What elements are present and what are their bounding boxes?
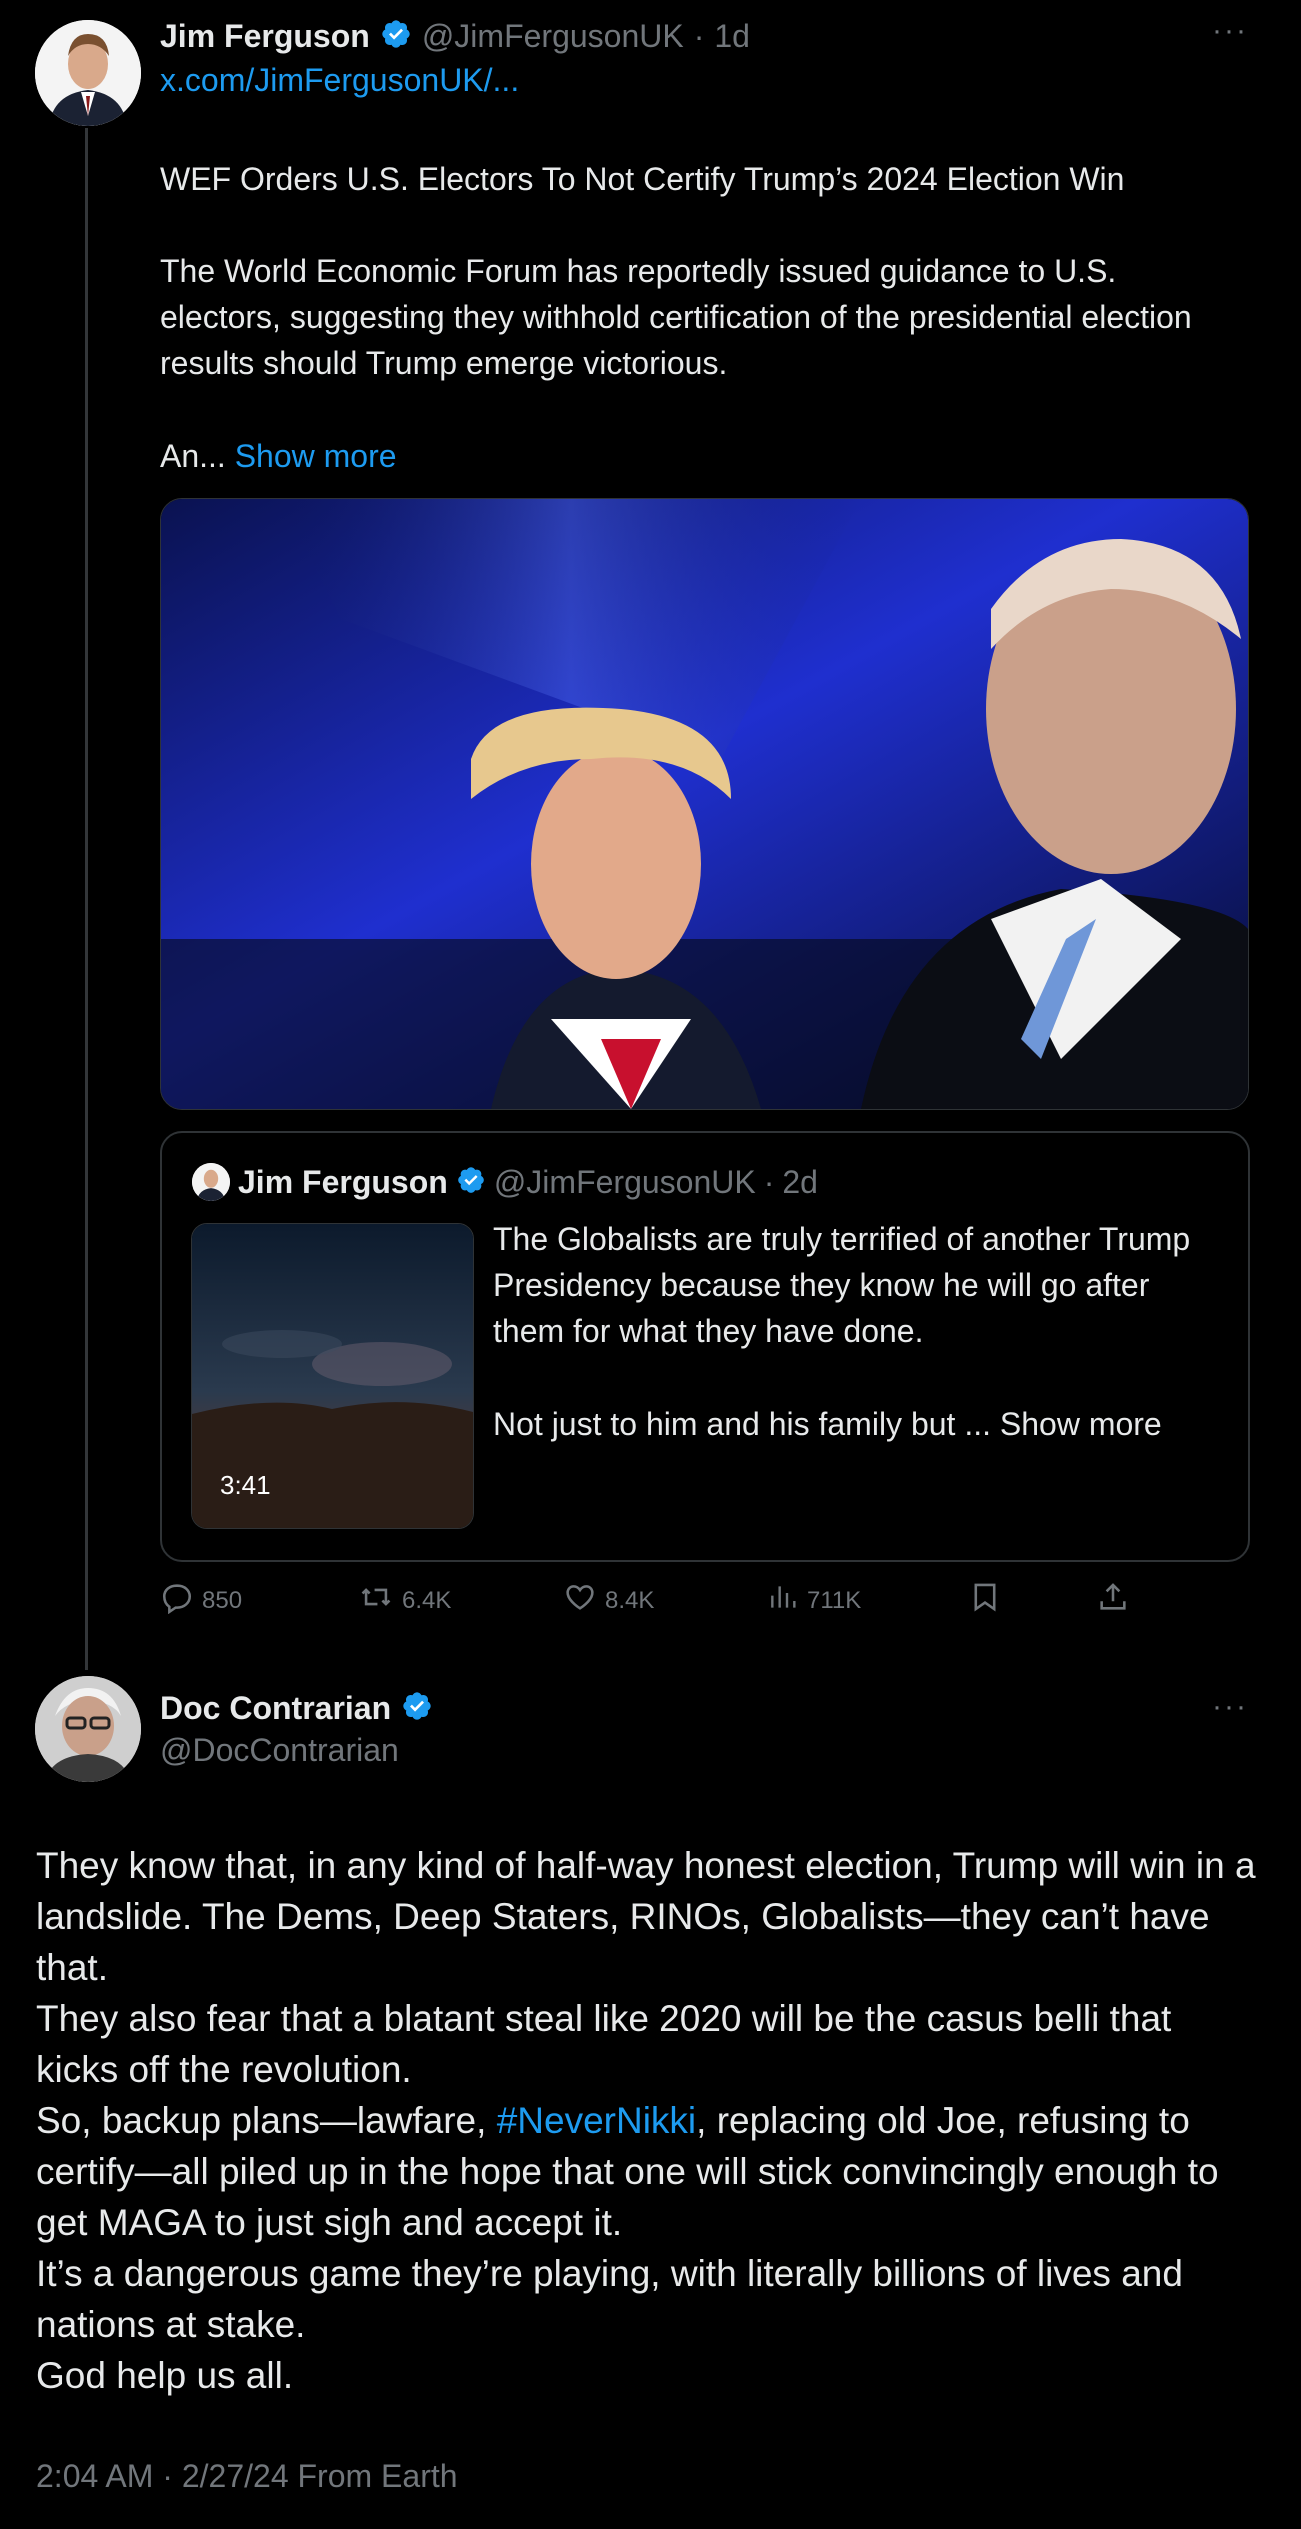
like-button[interactable]: 8.4K <box>563 1580 654 1621</box>
tweet-actions-bar: 850 6.4K 8.4K 711K <box>160 1580 1160 1620</box>
thread-connector-line <box>85 128 88 1670</box>
quoted-text-tail: Not just to him and his family but ... <box>493 1406 991 1442</box>
verified-badge-icon <box>401 1690 433 1727</box>
parent-timestamp[interactable]: 1d <box>714 18 750 55</box>
parent-truncated-text: An... <box>160 438 226 474</box>
parent-link[interactable]: x.com/JimFergusonUK/... <box>160 62 519 99</box>
reply-paragraph-1: They know that, in any kind of half-way … <box>36 1845 1256 1988</box>
reply-paragraph-3-start: So, backup plans—lawfare, <box>36 2100 497 2141</box>
views-count: 711K <box>807 1586 862 1614</box>
reply-paragraph-4: It’s a dangerous game they’re playing, w… <box>36 2253 1183 2345</box>
video-duration: 3:41 <box>220 1470 271 1500</box>
parent-header: Jim Ferguson @JimFergusonUK · 1d <box>160 14 750 58</box>
reply-count: 850 <box>202 1586 243 1614</box>
bookmark-icon <box>968 1580 1002 1621</box>
share-icon <box>1096 1580 1130 1621</box>
share-button[interactable] <box>1096 1580 1130 1621</box>
separator-dot: · <box>763 1163 775 1200</box>
separator-dot: · <box>693 17 705 54</box>
parent-author-name[interactable]: Jim Ferguson <box>160 18 370 55</box>
bookmark-button[interactable] <box>968 1580 1002 1621</box>
parent-show-more-link[interactable]: Show more <box>235 438 397 474</box>
reply-author-handle[interactable]: @DocContrarian <box>160 1732 399 1769</box>
reply-author-name[interactable]: Doc Contrarian <box>160 1690 391 1727</box>
reply-header: Doc Contrarian <box>160 1686 433 1730</box>
repost-icon <box>358 1580 394 1621</box>
reply-more-icon[interactable]: ··· <box>1212 1690 1248 1724</box>
repost-count: 6.4K <box>402 1586 452 1614</box>
parent-author-handle[interactable]: @JimFergusonUK <box>422 18 684 55</box>
quoted-text-line: Not just to him and his family but ... S… <box>493 1401 1162 1447</box>
quoted-author-avatar <box>192 1163 230 1201</box>
reply-icon <box>160 1580 194 1621</box>
parent-more-icon[interactable]: ··· <box>1212 14 1248 48</box>
quoted-video-thumbnail[interactable]: 3:41 <box>191 1223 474 1529</box>
parent-author-avatar[interactable] <box>35 20 141 126</box>
reply-paragraph-3: So, backup plans—lawfare, #NeverNikki, r… <box>36 2095 1256 2248</box>
reply-text: They know that, in any kind of half-way … <box>36 1840 1256 2401</box>
views-icon <box>767 1580 799 1621</box>
quoted-author-handle: @JimFergusonUK <box>493 1163 756 1200</box>
reply-paragraph-2: They also fear that a blatant steal like… <box>36 1998 1172 2090</box>
reply-timestamp[interactable]: 2:04 AM · 2/27/24 From Earth <box>36 2458 458 2495</box>
quoted-timestamp: 2d <box>782 1163 818 1200</box>
quoted-author-name: Jim Ferguson <box>238 1163 448 1200</box>
verified-badge-icon <box>456 1165 486 1200</box>
parent-body: The World Economic Forum has reportedly … <box>160 253 1192 381</box>
parent-headline: WEF Orders U.S. Electors To Not Certify … <box>160 161 1125 197</box>
quoted-header: Jim Ferguson @JimFergusonUK · 2d <box>238 1160 818 1204</box>
views-button[interactable]: 711K <box>767 1580 861 1621</box>
like-count: 8.4K <box>605 1586 655 1614</box>
quoted-show-more-link[interactable]: Show more <box>1000 1406 1162 1442</box>
verified-badge-icon <box>380 18 412 55</box>
parent-truncated-line: An... Show more <box>160 433 397 479</box>
repost-button[interactable]: 6.4K <box>358 1580 451 1621</box>
reply-paragraph-5: God help us all. <box>36 2355 294 2396</box>
like-icon <box>563 1580 597 1621</box>
reply-button[interactable]: 850 <box>160 1580 242 1621</box>
hashtag-link[interactable]: #NeverNikki <box>497 2100 696 2141</box>
tweet-media-image[interactable] <box>160 498 1249 1110</box>
reply-author-avatar[interactable] <box>35 1676 141 1782</box>
quoted-text-body: The Globalists are truly terrified of an… <box>493 1221 1191 1349</box>
